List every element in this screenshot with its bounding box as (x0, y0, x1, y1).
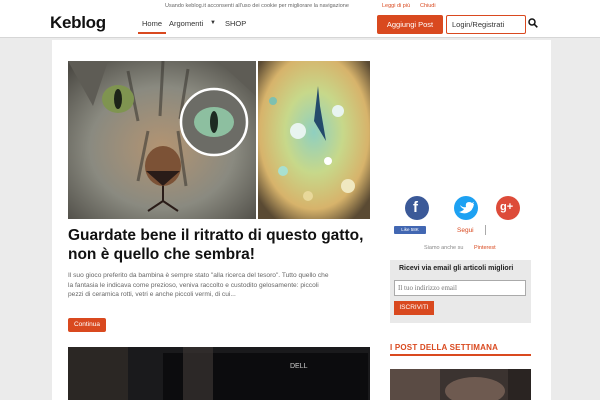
pinterest-link[interactable]: Pinterest (474, 245, 496, 251)
weekly-posts-title: I POST DELLA SETTIMANA (390, 343, 531, 356)
divider (485, 225, 486, 235)
site-logo[interactable]: Keblog (50, 13, 106, 33)
facebook-like-button[interactable]: Like 58K (394, 226, 426, 234)
email-field[interactable] (394, 280, 526, 296)
facebook-icon[interactable]: f (405, 196, 429, 220)
twitter-bird-icon (459, 202, 474, 214)
googleplus-icon[interactable]: g+ (496, 196, 520, 220)
add-post-button[interactable]: Aggiungi Post (377, 15, 443, 34)
facebook-glyph: f (413, 199, 418, 216)
cookie-close-link[interactable]: Chiudi (420, 3, 436, 9)
login-button[interactable]: Login/Registrati (446, 15, 526, 34)
monitor-brand: DELL (290, 363, 308, 370)
article-image-2[interactable]: DELL (68, 347, 370, 400)
twitter-icon[interactable] (454, 196, 478, 220)
article-excerpt: Il suo gioco preferito da bambina è semp… (68, 272, 329, 298)
cookie-more-link[interactable]: Leggi di più (382, 3, 410, 9)
googleplus-glyph: g+ (500, 201, 514, 213)
nav-shop[interactable]: SHOP (225, 19, 246, 28)
article-hero-image[interactable] (68, 61, 370, 219)
nav-argomenti[interactable]: Argomenti (169, 19, 203, 28)
search-icon[interactable] (528, 18, 538, 28)
email-signup-title: Ricevi via email gli articoli migliori (399, 265, 514, 272)
nav-home[interactable]: Home (138, 14, 166, 34)
continue-button[interactable]: Continua (68, 318, 106, 332)
also-on-label: Siamo anche su (424, 245, 464, 251)
article-title[interactable]: Guardate bene il ritratto di questo gatt… (68, 226, 368, 264)
chevron-down-icon[interactable]: ▼ (210, 20, 216, 26)
weekly-post-thumbnail[interactable] (390, 369, 531, 400)
subscribe-button[interactable]: ISCRIVITI (394, 301, 434, 315)
segui-link[interactable]: Segui (457, 227, 474, 234)
site-header: Usando keblog.it acconsenti all'uso dei … (0, 0, 600, 38)
cookie-notice: Usando keblog.it acconsenti all'uso dei … (165, 3, 349, 9)
